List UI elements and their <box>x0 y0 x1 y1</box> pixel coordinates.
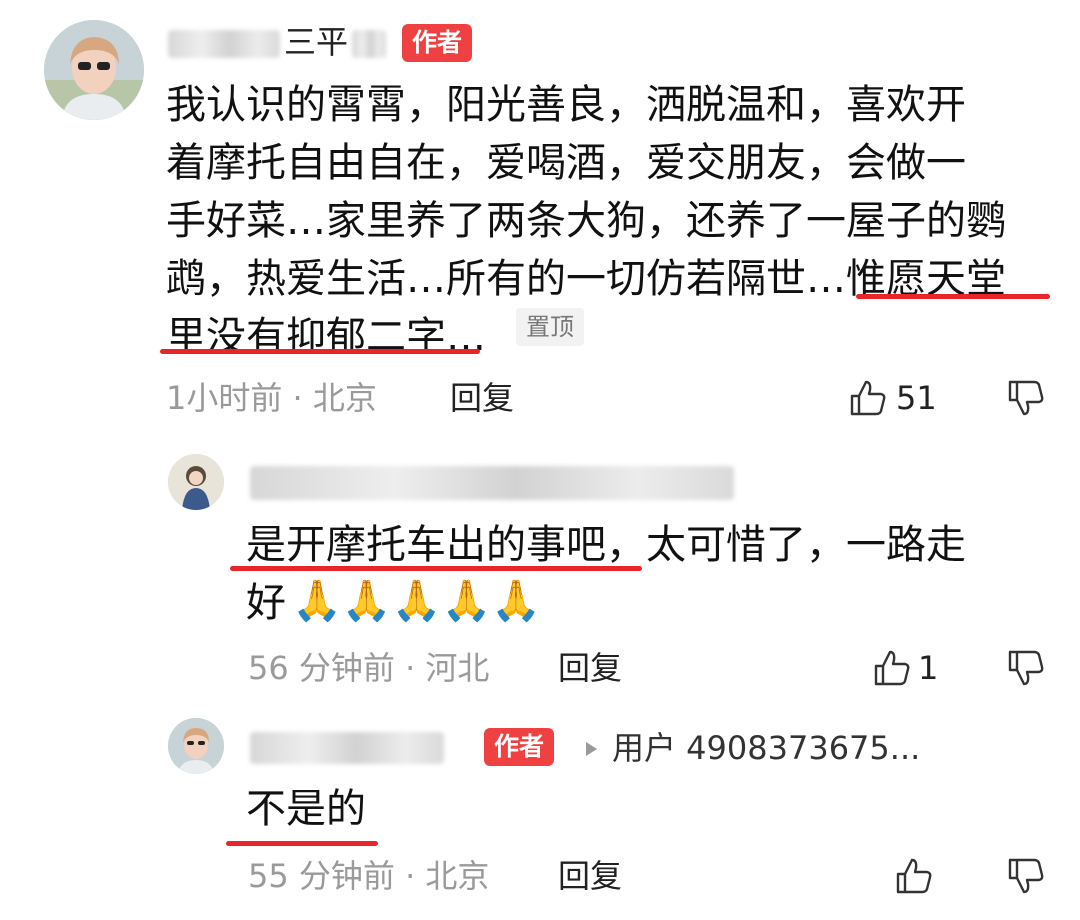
thumbs-up-icon[interactable] <box>848 378 888 418</box>
comment-meta: 56 分钟前 · 河北 <box>248 649 490 687</box>
thumbs-up-icon[interactable] <box>894 856 934 896</box>
username-blurred <box>250 732 444 764</box>
pray-emoji: 🙏 <box>391 578 442 624</box>
username[interactable]: 三平 <box>284 22 348 62</box>
avatar[interactable] <box>44 20 144 120</box>
comment-text-line: 好 <box>246 580 286 626</box>
pray-emoji: 🙏 <box>292 578 342 624</box>
reply-button[interactable]: 回复 <box>558 648 622 688</box>
comment-text-line: 着摩托自由自在，爱喝酒，爱交朋友，会做一 <box>166 140 966 186</box>
highlight-underline <box>856 294 1050 299</box>
pray-emoji: 🙏 <box>441 578 492 624</box>
reply-to-user[interactable]: 用户 4908373675... <box>612 728 920 768</box>
highlight-underline <box>226 841 378 846</box>
emoji-row: 🙏🙏🙏🙏🙏 <box>292 574 541 628</box>
avatar[interactable] <box>168 718 224 774</box>
author-badge: 作者 <box>402 24 473 62</box>
reply-button[interactable]: 回复 <box>558 856 622 896</box>
avatar[interactable] <box>168 454 224 510</box>
comment-text-line: 我认识的霄霄，阳光善良，洒脱温和，喜欢开 <box>166 82 966 128</box>
like-count: 1 <box>918 649 939 687</box>
thumbs-up-icon[interactable] <box>872 648 912 688</box>
username-blurred-tail <box>352 30 386 58</box>
highlight-underline <box>230 566 642 571</box>
username-blurred <box>250 466 734 500</box>
pinned-tag: 置顶 <box>516 308 584 346</box>
reply-button[interactable]: 回复 <box>450 378 514 418</box>
thumbs-down-icon[interactable] <box>1006 648 1046 688</box>
highlight-underline <box>160 349 480 354</box>
thumbs-down-icon[interactable] <box>1006 378 1046 418</box>
username-blurred <box>168 30 280 58</box>
reply-arrow-icon <box>582 740 600 758</box>
pray-emoji: 🙏 <box>341 578 392 624</box>
thumbs-down-icon[interactable] <box>1006 856 1046 896</box>
pray-emoji: 🙏 <box>491 578 542 624</box>
comment-text-line: 手好菜…家里养了两条大狗，还养了一屋子的鹦 <box>166 198 1006 244</box>
comment-text-line: 不是的 <box>246 786 366 832</box>
comment-meta: 55 分钟前 · 北京 <box>248 857 490 895</box>
comment-text-line: 鹉，热爱生活…所有的一切仿若隔世…惟愿天堂 <box>166 256 1006 302</box>
like-count: 51 <box>896 379 937 417</box>
comment-text-line: 里没有抑郁二字… <box>166 314 486 360</box>
comment-meta: 1小时前 · 北京 <box>166 379 377 417</box>
author-badge: 作者 <box>484 728 555 766</box>
